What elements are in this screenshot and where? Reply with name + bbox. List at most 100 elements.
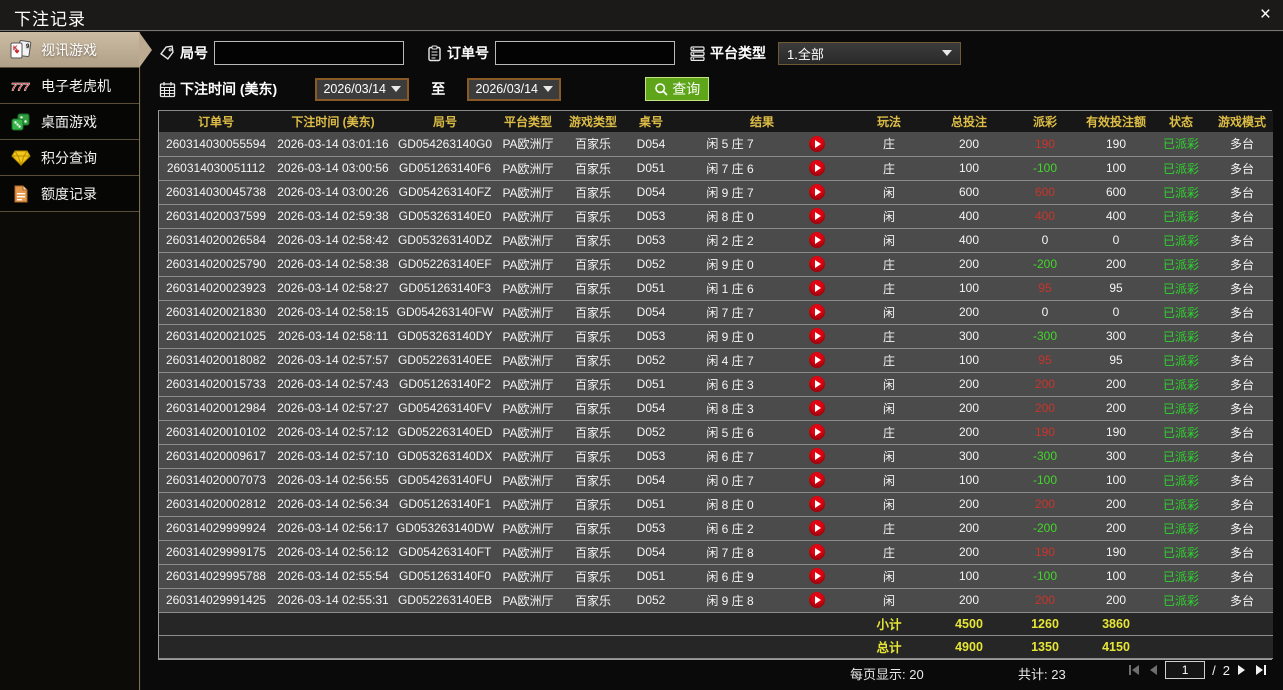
bet-time-cell: 2026-03-14 02:55:54 xyxy=(273,564,393,589)
prev-page-icon[interactable] xyxy=(1148,664,1158,676)
window-title: 下注记录 xyxy=(14,10,86,29)
play-result-icon[interactable] xyxy=(809,280,825,296)
payout-cell: 190 xyxy=(1009,540,1082,565)
query-button-label: 查询 xyxy=(672,81,701,97)
order-number-input[interactable] xyxy=(495,41,675,65)
result-cell: 闲 6 庄 2 xyxy=(675,516,785,541)
date-from-picker[interactable]: 2026/03/14 xyxy=(315,77,410,101)
round-number-cell: GD054263140FW xyxy=(393,300,497,325)
status-cell: 已派彩 xyxy=(1151,348,1212,373)
page-separator: / xyxy=(1212,662,1216,678)
play-result-icon[interactable] xyxy=(809,400,825,416)
platform-cell: PA欧洲厅 xyxy=(497,372,559,397)
game-type-cell: 百家乐 xyxy=(559,468,627,493)
round-number-cell: GD054263140FZ xyxy=(393,180,497,205)
bet-time-cell: 2026-03-14 02:58:15 xyxy=(273,300,393,325)
close-icon[interactable]: × xyxy=(1260,3,1271,27)
play-result-icon[interactable] xyxy=(809,184,825,200)
play-result-icon[interactable] xyxy=(809,208,825,224)
table-row: 260314020026584 2026-03-14 02:58:42 GD0532… xyxy=(159,228,1274,253)
column-header: 订单号 xyxy=(159,111,273,132)
valid-bet-cell: 100 xyxy=(1081,564,1152,589)
list-icon xyxy=(689,45,706,62)
valid-bet-cell: 300 xyxy=(1081,444,1152,469)
table-row: 260314020012984 2026-03-14 02:57:27 GD0542… xyxy=(159,396,1274,421)
play-result-icon[interactable] xyxy=(809,160,825,176)
valid-bet-cell: 0 xyxy=(1081,300,1152,325)
platform-type-select[interactable]: 1.全部 xyxy=(778,41,961,65)
sidebar-item-video-games[interactable]: 9 K 视讯游戏 xyxy=(0,32,152,68)
first-page-icon[interactable] xyxy=(1127,664,1141,676)
sidebar-item-credit-records[interactable]: 额度记录 xyxy=(0,176,139,212)
table-number-cell: D051 xyxy=(627,156,675,181)
play-result-icon[interactable] xyxy=(809,352,825,368)
platform-cell: PA欧洲厅 xyxy=(497,228,559,253)
play-result-icon[interactable] xyxy=(809,135,825,152)
next-page-icon[interactable] xyxy=(1237,664,1247,676)
platform-cell: PA欧洲厅 xyxy=(497,396,559,421)
table-number-cell: D052 xyxy=(627,420,675,445)
play-result-icon[interactable] xyxy=(809,592,825,608)
order-id-cell: 260314030045738 xyxy=(159,180,273,205)
total-bet-cell: 100 xyxy=(929,468,1010,493)
last-page-icon[interactable] xyxy=(1254,664,1268,676)
play-result-icon[interactable] xyxy=(809,568,825,584)
play-result-icon[interactable] xyxy=(809,520,825,536)
game-type-cell: 百家乐 xyxy=(559,516,627,541)
sidebar-item-label: 桌面游戏 xyxy=(41,113,97,130)
column-header: 结果 xyxy=(675,111,850,132)
game-type-cell: 百家乐 xyxy=(559,492,627,517)
play-result-icon[interactable] xyxy=(809,232,825,248)
play-result-icon[interactable] xyxy=(809,424,825,440)
play-result-icon[interactable] xyxy=(809,448,825,464)
game-mode-cell: 多台 xyxy=(1211,300,1274,325)
sidebar-item-points[interactable]: 积分查询 xyxy=(0,140,139,176)
order-id-cell: 260314020021830 xyxy=(159,300,273,325)
result-cell: 闲 9 庄 8 xyxy=(675,588,785,613)
replay-cell xyxy=(785,180,850,205)
total-pages: 2 xyxy=(1222,662,1230,678)
game-type-cell: 百家乐 xyxy=(559,444,627,469)
game-type-cell: 百家乐 xyxy=(559,228,627,253)
total-label: 总计 xyxy=(849,635,930,659)
column-header: 桌号 xyxy=(627,111,675,132)
game-mode-cell: 多台 xyxy=(1211,396,1274,421)
replay-cell xyxy=(785,228,850,253)
payout-cell: -300 xyxy=(1009,324,1082,349)
platform-cell: PA欧洲厅 xyxy=(497,348,559,373)
filter-row-2: 下注时间 (美东) 2026/03/14 至 2026/03/14 查询 xyxy=(159,77,710,101)
table-number-cell: D054 xyxy=(627,468,675,493)
result-cell: 闲 1 庄 6 xyxy=(675,276,785,301)
total-row: 总计 4900 1350 4150 xyxy=(159,635,1274,659)
column-header: 状态 xyxy=(1151,111,1212,132)
play-type-cell: 庄 xyxy=(849,540,930,565)
table-number-cell: D051 xyxy=(627,492,675,517)
page-input[interactable] xyxy=(1165,661,1206,679)
game-type-cell: 百家乐 xyxy=(559,204,627,229)
play-result-icon[interactable] xyxy=(809,496,825,512)
date-to-picker[interactable]: 2026/03/14 xyxy=(467,77,562,101)
bet-time-cell: 2026-03-14 02:59:38 xyxy=(273,204,393,229)
game-mode-cell: 多台 xyxy=(1211,132,1274,157)
order-id-cell: 260314029991425 xyxy=(159,588,273,613)
play-result-icon[interactable] xyxy=(809,376,825,392)
round-number-input[interactable] xyxy=(214,41,404,65)
round-number-cell: GD052263140EB xyxy=(393,588,497,613)
play-result-icon[interactable] xyxy=(809,256,825,272)
valid-bet-cell: 300 xyxy=(1081,324,1152,349)
play-type-cell: 庄 xyxy=(849,348,930,373)
play-result-icon[interactable] xyxy=(809,328,825,344)
round-number-cell: GD054263140G0 xyxy=(393,132,497,157)
platform-cell: PA欧洲厅 xyxy=(497,300,559,325)
order-id-cell: 260314020015733 xyxy=(159,372,273,397)
bet-time-cell: 2026-03-14 02:57:12 xyxy=(273,420,393,445)
query-button[interactable]: 查询 xyxy=(645,77,710,101)
table-number-cell: D051 xyxy=(627,276,675,301)
play-result-icon[interactable] xyxy=(809,304,825,320)
replay-cell xyxy=(785,156,850,181)
play-type-cell: 闲 xyxy=(849,468,930,493)
play-result-icon[interactable] xyxy=(809,544,825,560)
sidebar-item-slots[interactable]: 777 电子老虎机 xyxy=(0,68,139,104)
play-result-icon[interactable] xyxy=(809,472,825,488)
sidebar-item-table-games[interactable]: 桌面游戏 xyxy=(0,104,139,140)
